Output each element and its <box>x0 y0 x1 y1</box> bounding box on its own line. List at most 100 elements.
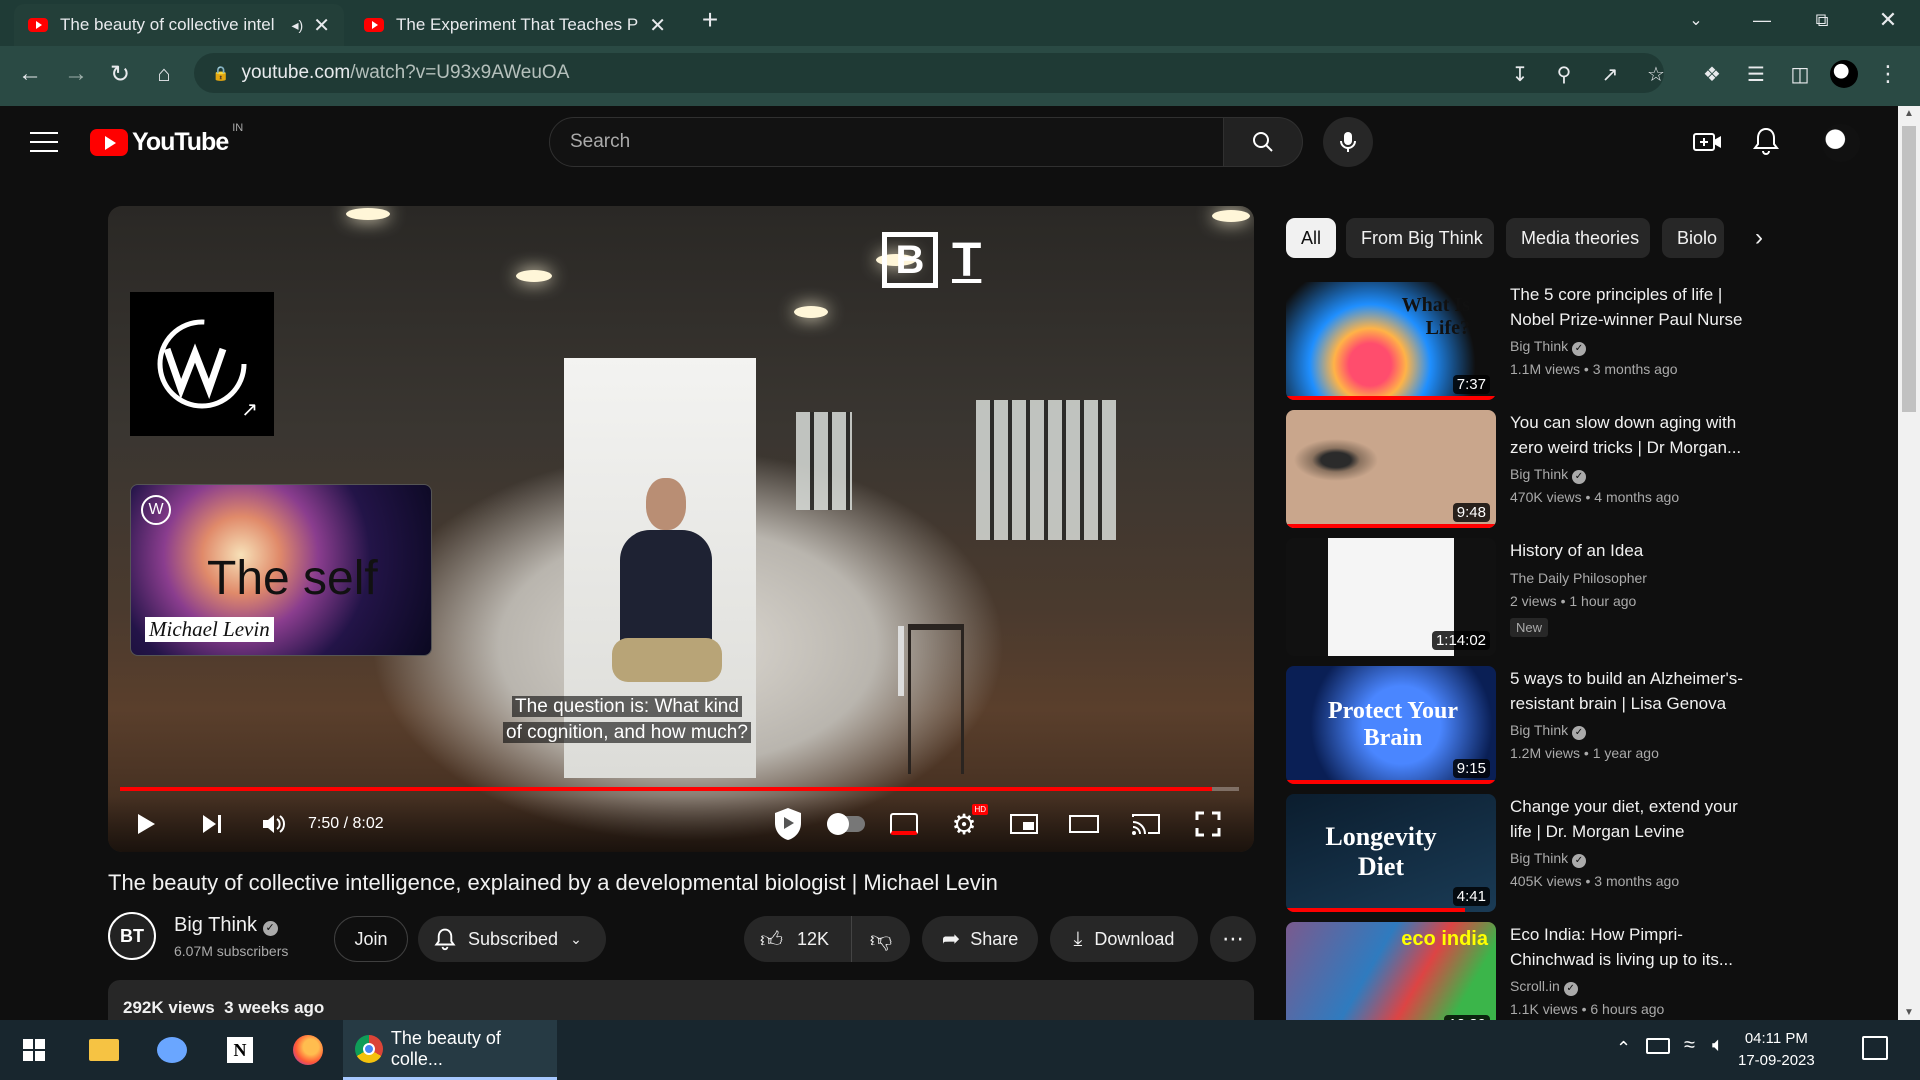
download-button[interactable]: ⤓ Download <box>1050 916 1198 962</box>
tab-search-chevron-icon[interactable]: ⌄ <box>1666 0 1726 40</box>
chip-media-theories[interactable]: Media theories <box>1506 218 1650 258</box>
scroll-up-arrow-icon[interactable]: ▲ <box>1904 108 1914 119</box>
recommended-channel-name[interactable]: Big Think ✓ <box>1510 850 1586 868</box>
join-button[interactable]: Join <box>334 916 408 962</box>
video-thumbnail[interactable]: Protect Your Brain 9:15 <box>1286 666 1496 784</box>
youtube-logo[interactable]: YouTube IN <box>90 122 243 157</box>
theater-mode-button[interactable] <box>1064 802 1104 846</box>
address-bar[interactable]: 🔒 youtube.com/watch?v=U93x9AWeuOA <box>194 53 1664 93</box>
extensions-puzzle-icon[interactable]: ❖ <box>1696 58 1728 90</box>
create-video-button[interactable] <box>1692 128 1724 156</box>
back-arrow-icon[interactable]: ← <box>14 58 46 90</box>
tab-close-icon[interactable]: ✕ <box>649 13 666 38</box>
play-button[interactable] <box>128 802 164 846</box>
recommended-video-title[interactable]: Change your diet, extend your life | Dr.… <box>1510 794 1764 844</box>
recommended-video-title[interactable]: 5 ways to build an Alzheimer's-resistant… <box>1510 666 1764 716</box>
settings-button[interactable]: ⚙ HD <box>944 802 988 846</box>
forward-arrow-icon[interactable]: → <box>60 58 92 90</box>
recommended-video-title[interactable]: You can slow down aging with zero weird … <box>1510 410 1764 460</box>
show-hidden-icons-chevron-icon[interactable]: ⌃ <box>1616 1038 1631 1059</box>
video-thumbnail[interactable]: 9:48 <box>1286 410 1496 528</box>
browser-tab-active[interactable]: The beauty of collective intel ◂) ✕ <box>14 4 344 46</box>
profile-avatar-icon[interactable] <box>1828 58 1860 90</box>
autoplay-toggle[interactable] <box>824 802 868 846</box>
video-thumbnail[interactable]: Longevity Diet 4:41 <box>1286 794 1496 912</box>
chip-next-chevron-icon[interactable]: › <box>1744 218 1774 258</box>
search-input[interactable]: Search <box>549 117 1224 167</box>
like-button[interactable]: 👍︎ 12K <box>744 916 852 962</box>
tab-audio-icon[interactable]: ◂) <box>292 17 304 34</box>
share-button[interactable]: ➦ Share <box>922 916 1038 962</box>
recommended-video[interactable]: Longevity Diet 4:41 Change your diet, exte… <box>1286 794 1738 912</box>
bookmark-star-icon[interactable]: ☆ <box>1640 58 1672 90</box>
restore-button[interactable]: ⧉ <box>1792 0 1852 40</box>
minimize-button[interactable]: — <box>1732 0 1792 40</box>
next-button[interactable] <box>194 802 230 846</box>
system-clock[interactable]: 04:11 PM 17-09-2023 <box>1738 1028 1815 1072</box>
install-app-icon[interactable]: ↧ <box>1504 58 1536 90</box>
speaker-icon[interactable]: 🔈︎ <box>1712 1034 1724 1057</box>
page-scrollbar[interactable]: ▲ ▼ <box>1898 106 1920 1020</box>
dislike-button[interactable]: 👎︎ <box>852 926 910 953</box>
notion-button[interactable]: N <box>212 1020 268 1080</box>
file-explorer-button[interactable] <box>76 1020 132 1080</box>
zoom-icon[interactable]: ⚲ <box>1548 58 1580 90</box>
chip-biology[interactable]: Biolo <box>1662 218 1724 258</box>
subtitles-button[interactable] <box>884 802 924 846</box>
reload-icon[interactable]: ↻ <box>104 58 136 90</box>
recommended-channel-name[interactable]: Big Think ✓ <box>1510 466 1586 484</box>
media-queue-icon[interactable]: ☰ <box>1740 58 1772 90</box>
lock-icon[interactable]: 🔒 <box>212 65 229 82</box>
tab-close-icon[interactable]: ✕ <box>313 13 330 38</box>
recommended-channel-name[interactable]: Scroll.in ✓ <box>1510 978 1578 996</box>
progress-bar[interactable] <box>120 787 1239 791</box>
recommended-video[interactable]: 9:48 You can slow down aging with zero we… <box>1286 410 1741 528</box>
recommended-channel-name[interactable]: Big Think ✓ <box>1510 338 1586 356</box>
notification-center-icon[interactable] <box>1862 1036 1888 1060</box>
chip-all[interactable]: All <box>1286 218 1336 258</box>
end-screen-video-card[interactable]: W The self Michael Levin <box>130 484 432 656</box>
recommended-video[interactable]: What Is Life? 7:37 The 5 core principles o… <box>1286 282 1742 400</box>
chip-from-big-think[interactable]: From Big Think <box>1346 218 1494 258</box>
home-icon[interactable]: ⌂ <box>148 58 180 90</box>
video-player[interactable]: ↗ B T W The self Michael Levin The quest… <box>108 206 1254 852</box>
recommended-video[interactable]: Protect Your Brain 9:15 5 ways to build an… <box>1286 666 1743 784</box>
subscribed-button[interactable]: Subscribed ⌄ <box>418 916 606 962</box>
notifications-button[interactable] <box>1752 126 1782 158</box>
start-button[interactable] <box>6 1020 62 1080</box>
recommended-channel-name[interactable]: Big Think ✓ <box>1510 722 1586 740</box>
side-panel-icon[interactable]: ◫ <box>1784 58 1816 90</box>
new-tab-button[interactable]: + <box>680 0 740 40</box>
hamburger-menu-icon[interactable] <box>30 128 58 156</box>
miniplayer-button[interactable] <box>1004 802 1044 846</box>
external-link-icon[interactable]: ↗ <box>241 397 258 422</box>
search-button[interactable] <box>1224 117 1303 167</box>
share-page-icon[interactable]: ↗ <box>1594 58 1626 90</box>
chat-app-button[interactable] <box>144 1020 200 1080</box>
volume-button[interactable] <box>256 802 292 846</box>
recommended-channel-name[interactable]: The Daily Philosopher <box>1510 570 1647 586</box>
voice-search-button[interactable] <box>1323 117 1373 167</box>
firefox-button[interactable] <box>280 1020 336 1080</box>
channel-avatar[interactable]: BT <box>108 912 156 960</box>
close-window-button[interactable]: ✕ <box>1858 0 1918 40</box>
taskbar-chrome-window[interactable]: The beauty of colle... <box>343 1020 557 1080</box>
video-thumbnail[interactable]: What Is Life? 7:37 <box>1286 282 1496 400</box>
battery-icon[interactable] <box>1646 1038 1670 1054</box>
video-thumbnail[interactable]: 1:14:02 <box>1286 538 1496 656</box>
recommended-video[interactable]: 1:14:02 History of an Idea The Daily Philo… <box>1286 538 1696 656</box>
browser-tab[interactable]: The Experiment That Teaches Pec ✕ <box>350 4 680 46</box>
recommended-video-title[interactable]: The 5 core principles of life | Nobel Pr… <box>1510 282 1764 332</box>
channel-watermark[interactable]: ↗ <box>130 292 274 436</box>
account-avatar[interactable] <box>1822 124 1860 162</box>
fullscreen-button[interactable] <box>1188 802 1228 846</box>
channel-name[interactable]: Big Think ✓ <box>174 914 278 937</box>
scroll-down-arrow-icon[interactable]: ▼ <box>1904 1007 1914 1018</box>
sponsorblock-button[interactable] <box>768 802 808 846</box>
more-actions-button[interactable]: ⋯ <box>1210 916 1256 962</box>
chrome-menu-icon[interactable]: ⋮ <box>1872 58 1904 90</box>
recommended-video-title[interactable]: Eco India: How Pimpri-Chinchwad is livin… <box>1510 922 1764 972</box>
wifi-icon[interactable]: ≈ <box>1684 1034 1695 1057</box>
recommended-video-title[interactable]: History of an Idea <box>1510 538 1764 563</box>
cast-button[interactable] <box>1126 802 1166 846</box>
